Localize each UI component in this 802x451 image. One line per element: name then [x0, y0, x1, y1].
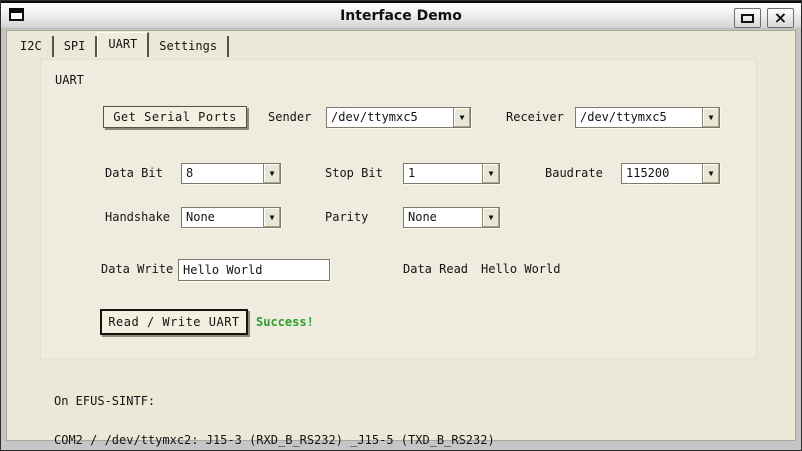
close-icon: × [773, 8, 788, 27]
parity-dropdown-arrow-icon[interactable]: ▼ [482, 208, 499, 227]
sender-label: Sender [268, 110, 312, 124]
maximize-icon [741, 13, 754, 23]
data-write-label: Data Write [101, 262, 174, 276]
baudrate-value: 115200 [626, 166, 670, 180]
handshake-value: None [186, 210, 215, 224]
data-bit-label: Data Bit [105, 166, 163, 180]
tab-uart[interactable]: UART [97, 32, 150, 57]
close-button[interactable]: × [767, 8, 794, 28]
receiver-label: Receiver [506, 110, 564, 124]
uart-group-label: UART [55, 73, 84, 87]
data-write-input[interactable] [178, 259, 330, 281]
baudrate-dropdown-arrow-icon[interactable]: ▼ [702, 164, 719, 183]
stop-bit-select[interactable]: 1 ▼ [403, 163, 500, 184]
sender-dropdown-arrow-icon[interactable]: ▼ [453, 108, 470, 127]
stop-bit-value: 1 [408, 166, 416, 180]
handshake-select[interactable]: None ▼ [181, 207, 281, 228]
parity-select[interactable]: None ▼ [403, 207, 500, 228]
app-window: Interface Demo × I2C SPI UART Settings U… [0, 0, 802, 451]
stop-bit-dropdown-arrow-icon[interactable]: ▼ [482, 164, 499, 183]
tab-bar: I2C SPI UART Settings [10, 32, 230, 57]
uart-group: UART Get Serial Ports Sender /dev/ttymxc… [40, 59, 757, 359]
tab-spi[interactable]: SPI [53, 36, 98, 57]
get-serial-ports-button[interactable]: Get Serial Ports [103, 106, 247, 128]
data-bit-dropdown-arrow-icon[interactable]: ▼ [263, 164, 280, 183]
sender-select[interactable]: /dev/ttymxc5 ▼ [326, 107, 471, 128]
baudrate-label: Baudrate [545, 166, 603, 180]
parity-value: None [408, 210, 437, 224]
maximize-button[interactable] [734, 8, 761, 28]
data-bit-value: 8 [186, 166, 194, 180]
window-body: I2C SPI UART Settings UART Get Serial Po… [6, 30, 796, 447]
baudrate-select[interactable]: 115200 ▼ [621, 163, 720, 184]
data-read-value: Hello World [481, 262, 561, 276]
parity-label: Parity [325, 210, 369, 224]
window-title: Interface Demo [340, 8, 462, 24]
tab-settings[interactable]: Settings [149, 36, 230, 57]
data-bit-select[interactable]: 8 ▼ [181, 163, 281, 184]
stop-bit-label: Stop Bit [325, 166, 383, 180]
footer-line-2: COM2 / /dev/ttymxc2: J15-3 (RXD_B_RS232)… [54, 433, 495, 447]
footer-info: On EFUS-SINTF: COM2 / /dev/ttymxc2: J15-… [54, 369, 495, 450]
data-read-label: Data Read [403, 262, 469, 276]
status-message: Success! [256, 315, 314, 329]
receiver-value: /dev/ttymxc5 [580, 110, 667, 124]
sender-value: /dev/ttymxc5 [331, 110, 418, 124]
receiver-select[interactable]: /dev/ttymxc5 ▼ [575, 107, 720, 128]
handshake-label: Handshake [105, 210, 171, 224]
tab-i2c[interactable]: I2C [10, 36, 54, 57]
receiver-dropdown-arrow-icon[interactable]: ▼ [702, 108, 719, 127]
footer-line-1: On EFUS-SINTF: [54, 394, 156, 408]
handshake-dropdown-arrow-icon[interactable]: ▼ [263, 208, 280, 227]
titlebar: Interface Demo × [1, 1, 801, 29]
read-write-uart-button[interactable]: Read / Write UART [100, 309, 248, 335]
